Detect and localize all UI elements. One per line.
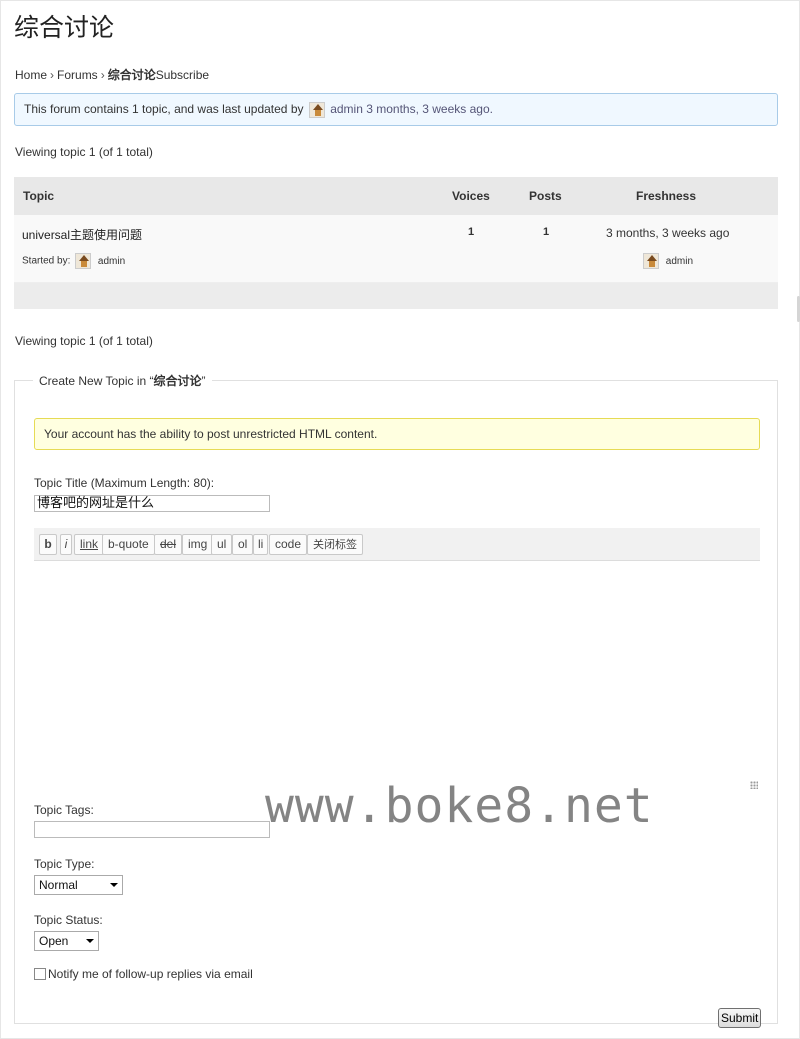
topic-type-label: Topic Type: — [34, 857, 95, 871]
notify-label[interactable]: Notify me of follow-up replies via email — [48, 967, 253, 981]
topic-status-label: Topic Status: — [34, 913, 103, 927]
subscribe-link[interactable]: Subscribe — [156, 68, 209, 82]
freshness-link[interactable]: 3 months, 3 weeks ago — [606, 226, 729, 240]
unordered-list-button[interactable]: ul — [211, 534, 233, 555]
page-title: 综合讨论 — [14, 13, 115, 42]
new-topic-form: Create New Topic in “综合讨论” Your account … — [14, 372, 778, 1028]
table-row: universal主题使用问题 Started by: admin 1 1 3 … — [14, 215, 778, 283]
info-text: This forum contains 1 topic, and was las… — [24, 102, 304, 116]
list-item-button[interactable]: li — [253, 534, 269, 555]
image-button[interactable]: img — [182, 534, 214, 555]
header-voices: Voices — [452, 189, 490, 203]
header-topic: Topic — [23, 189, 55, 203]
close-tags-button[interactable]: 关闭标签 — [307, 534, 363, 555]
table-header: Topic Voices Posts Freshness — [14, 177, 778, 215]
link-button[interactable]: link — [74, 534, 105, 555]
last-poster: admin — [641, 253, 693, 269]
avatar[interactable] — [75, 253, 92, 269]
topic-type-select[interactable]: Normal — [34, 875, 123, 895]
avatar[interactable] — [308, 101, 325, 118]
submit-button[interactable]: Submit — [718, 1008, 762, 1028]
chevron-down-icon — [110, 883, 118, 887]
topic-title-label: Topic Title (Maximum Length: 80): — [34, 476, 215, 490]
italic-button[interactable]: i — [60, 534, 72, 555]
notify-checkbox[interactable] — [34, 968, 46, 980]
breadcrumb-current: 综合讨论 — [107, 68, 156, 82]
new-topic-legend: Create New Topic in “综合讨论” — [39, 374, 206, 388]
posts-count: 1 — [543, 226, 550, 238]
avatar[interactable] — [643, 253, 659, 269]
last-poster-link[interactable]: admin — [666, 256, 693, 267]
info-user-link[interactable]: admin — [330, 102, 363, 116]
resize-grip-icon[interactable] — [750, 781, 758, 789]
chevron-down-icon — [86, 939, 94, 943]
topic-status-select[interactable]: Open — [34, 931, 99, 951]
breadcrumb-separator: › — [50, 68, 55, 82]
code-button[interactable]: code — [269, 534, 308, 555]
ordered-list-button[interactable]: ol — [232, 534, 254, 555]
info-freshness-link[interactable]: 3 months, 3 weeks ago. — [366, 102, 493, 116]
topic-tags-input[interactable] — [34, 821, 270, 838]
topic-status-value: Open — [39, 934, 69, 948]
blockquote-button[interactable]: b-quote — [102, 534, 155, 555]
topic-title-link[interactable]: universal主题使用问题 — [22, 226, 142, 243]
breadcrumb: Home › Forums › 综合讨论Subscribe — [15, 66, 209, 83]
table-footer — [14, 283, 778, 309]
delete-button[interactable]: del — [154, 534, 183, 555]
watermark: www.boke8.net — [265, 778, 654, 834]
breadcrumb-separator: › — [100, 68, 105, 82]
notify-option: Notify me of follow-up replies via email — [34, 967, 253, 981]
topic-type-value: Normal — [39, 878, 78, 892]
pagination-count-top: Viewing topic 1 (of 1 total) — [15, 145, 153, 159]
forum-info-notice: This forum contains 1 topic, and was las… — [14, 93, 778, 126]
topic-content-textarea[interactable] — [34, 561, 760, 791]
started-by-label: Started by: — [22, 255, 71, 267]
topic-tags-label: Topic Tags: — [34, 803, 94, 817]
breadcrumb-home[interactable]: Home — [15, 68, 47, 82]
bold-button[interactable]: b — [39, 534, 57, 555]
editor-toolbar: b i link b-quote del img ul ol li code 关… — [34, 528, 760, 561]
header-freshness: Freshness — [636, 189, 697, 203]
author-link[interactable]: admin — [98, 256, 125, 267]
pagination-count-bottom: Viewing topic 1 (of 1 total) — [15, 334, 153, 348]
html-permission-notice: Your account has the ability to post unr… — [34, 418, 760, 450]
header-posts: Posts — [529, 189, 562, 203]
topic-title-input[interactable]: 博客吧的网址是什么 — [34, 495, 270, 512]
voices-count: 1 — [468, 226, 475, 238]
topics-table: Topic Voices Posts Freshness universal主题… — [14, 177, 778, 309]
topic-started-by: Started by: admin — [22, 253, 125, 269]
breadcrumb-forums[interactable]: Forums — [57, 68, 98, 82]
